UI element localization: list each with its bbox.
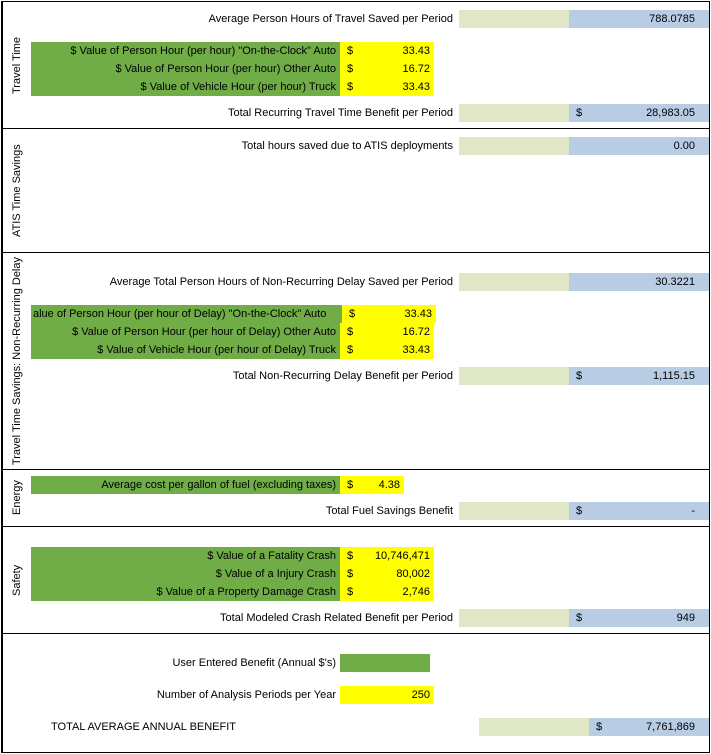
row-value: 16.72 [360, 60, 434, 78]
dollar-sign: $ [340, 42, 360, 60]
periods-label: Number of Analysis Periods per Year [31, 686, 340, 704]
section-non-recurring: Travel Time Savings: Non-Recurring Delay… [2, 253, 709, 470]
dollar-sign: $ [340, 60, 360, 78]
total-value: 28,983.05 [589, 104, 709, 122]
spreadsheet: Travel Time Average Person Hours of Trav… [1, 1, 710, 753]
avg-travel-value: 788.0785 [589, 10, 709, 28]
total-label: Total Non-Recurring Delay Benefit per Pe… [31, 367, 459, 385]
section-safety: Safety $ Value of a Fatality Crash $ 10,… [2, 527, 709, 634]
dollar-sign: $ [569, 609, 589, 627]
dollar-sign: $ [569, 367, 589, 385]
sum-dollar [569, 137, 589, 155]
row-value: 16.72 [360, 323, 434, 341]
periods-pad [340, 686, 390, 704]
dollar-sign: $ [340, 565, 360, 583]
dollar-sign: $ [569, 502, 589, 520]
section-heading-safety: Safety [2, 527, 31, 633]
row-label: $ Value of Vehicle Hour (per hour) Truck [31, 78, 340, 96]
dollar-sign: $ [340, 323, 360, 341]
sum-dollar [569, 273, 589, 291]
section-bottom: User Entered Benefit (Annual $'s) Number… [2, 634, 709, 753]
total-label: Total Recurring Travel Time Benefit per … [31, 104, 459, 122]
section-heading-blank [2, 634, 31, 752]
row-label: $ Value of a Injury Crash [31, 565, 340, 583]
total-label: Total Modeled Crash Related Benefit per … [31, 609, 459, 627]
grand-total-label: TOTAL AVERAGE ANNUAL BENEFIT [31, 718, 479, 736]
total-label: Total Fuel Savings Benefit [31, 502, 459, 520]
row-value: 2,746 [360, 583, 434, 601]
sum-gap [459, 367, 569, 385]
sum-gap [459, 10, 569, 28]
row-label: alue of Person Hour (per hour of Delay) … [31, 305, 342, 323]
sum-gap [479, 718, 589, 736]
row-label: $ Value of Person Hour (per hour) Other … [31, 60, 340, 78]
sum-dollar [569, 10, 589, 28]
row-label: $ Value of a Property Damage Crash [31, 583, 340, 601]
dollar-sign: $ [340, 583, 360, 601]
section-energy: Energy Average cost per gallon of fuel (… [2, 470, 709, 527]
sum-gap [459, 502, 569, 520]
avg-nonrec-value: 30.3221 [589, 273, 709, 291]
row-value: 80,002 [360, 565, 434, 583]
sum-gap [459, 137, 569, 155]
user-benefit-input[interactable] [340, 654, 430, 672]
section-heading-atis: ATIS Time Savings [2, 129, 31, 252]
row-label: $ Value of a Fatality Crash [31, 547, 340, 565]
total-value: - [589, 502, 709, 520]
dollar-sign: $ [340, 341, 360, 359]
total-value: 1,115.15 [589, 367, 709, 385]
row-value: 10,746,471 [360, 547, 434, 565]
row-value: 33.43 [360, 42, 434, 60]
dollar-sign: $ [589, 718, 609, 736]
avg-travel-label: Average Person Hours of Travel Saved per… [31, 10, 459, 28]
total-value: 949 [589, 609, 709, 627]
dollar-sign: $ [340, 476, 360, 494]
row-value: 4.38 [360, 476, 404, 494]
row-value: 33.43 [360, 78, 434, 96]
user-benefit-label: User Entered Benefit (Annual $'s) [31, 654, 340, 672]
periods-value: 250 [390, 686, 434, 704]
avg-nonrec-label: Average Total Person Hours of Non-Recurr… [31, 273, 459, 291]
row-label: $ Value of Person Hour (per hour of Dela… [31, 323, 340, 341]
dollar-sign: $ [569, 104, 589, 122]
row-label: Average cost per gallon of fuel (excludi… [31, 476, 340, 494]
row-label: $ Value of Person Hour (per hour) "On-th… [31, 42, 340, 60]
row-label: $ Value of Vehicle Hour (per hour of Del… [31, 341, 340, 359]
row-value: 33.43 [360, 341, 434, 359]
section-heading-energy: Energy [2, 470, 31, 526]
sum-gap [459, 609, 569, 627]
sum-gap [459, 273, 569, 291]
grand-total-value: 7,761,869 [609, 718, 709, 736]
row-value: 33.43 [362, 305, 436, 323]
section-atis: ATIS Time Savings Total hours saved due … [2, 129, 709, 253]
section-heading-travel-time: Travel Time [2, 2, 31, 128]
dollar-sign: $ [340, 547, 360, 565]
atis-label: Total hours saved due to ATIS deployment… [31, 137, 459, 155]
atis-value: 0.00 [589, 137, 709, 155]
sum-gap [459, 104, 569, 122]
dollar-sign: $ [340, 78, 360, 96]
section-heading-non-recurring: Travel Time Savings: Non-Recurring Delay [2, 253, 31, 469]
dollar-sign: $ [342, 305, 362, 323]
section-travel-time: Travel Time Average Person Hours of Trav… [2, 2, 709, 129]
